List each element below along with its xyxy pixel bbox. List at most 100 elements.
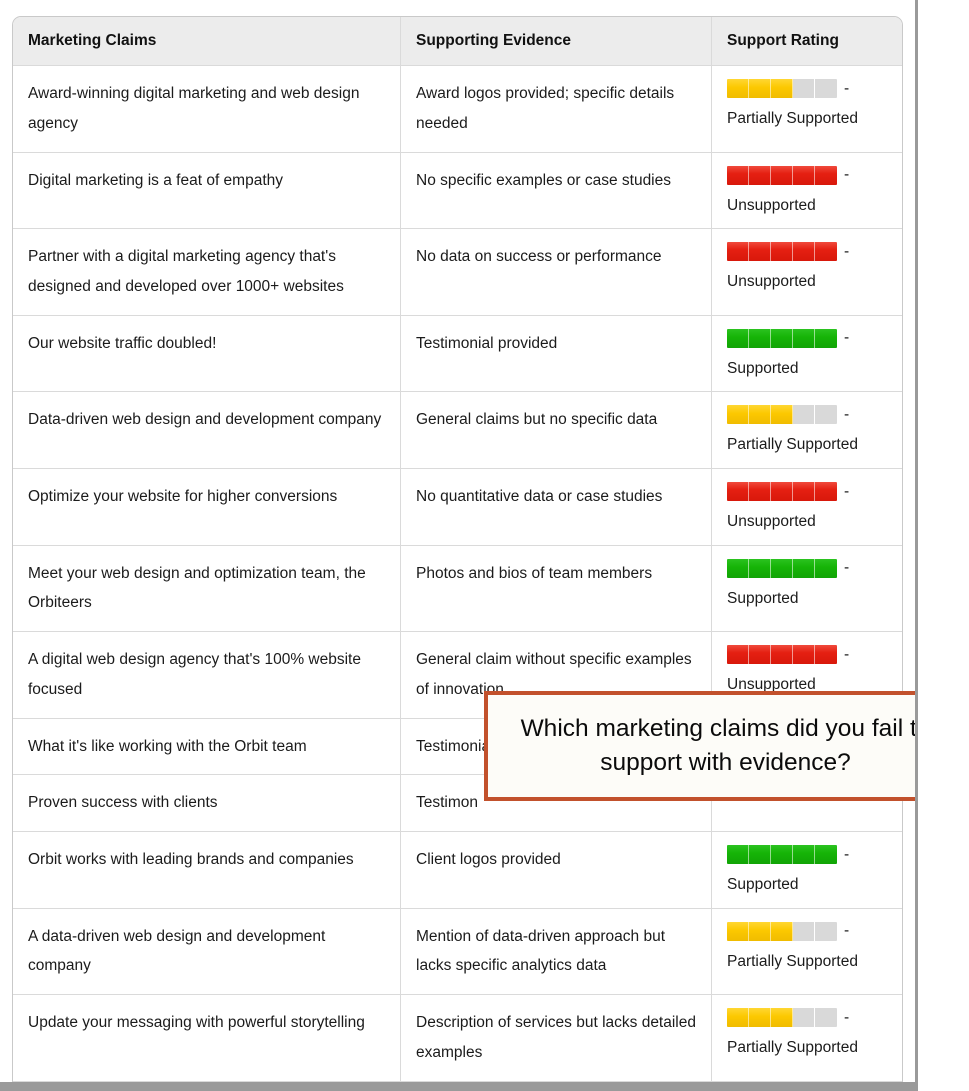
rating-segment: [771, 845, 793, 865]
rating-segment: [771, 242, 793, 262]
rating-widget: -: [727, 405, 888, 425]
rating-widget: -: [727, 558, 888, 578]
rating-segment: [771, 328, 793, 348]
cell-marketing-claim: Award-winning digital marketing and web …: [13, 66, 401, 153]
cell-support-rating: - Unsupported: [712, 153, 902, 230]
table-row: Orbit works with leading brands and comp…: [13, 832, 902, 909]
cell-supporting-evidence: General claims but no specific data: [401, 392, 712, 469]
rating-bar: [727, 558, 837, 578]
rating-segment: [771, 558, 793, 578]
document-area: Marketing Claims Supporting Evidence Sup…: [0, 0, 915, 1082]
cell-support-rating: - Unsupported: [712, 469, 902, 546]
rating-segment: [815, 79, 837, 99]
marketing-claims-table: Marketing Claims Supporting Evidence Sup…: [12, 16, 903, 1082]
question-callout: Which marketing claims did you fail to s…: [484, 691, 915, 801]
cell-marketing-claim: A data-driven web design and development…: [13, 908, 401, 996]
table-row: Our website traffic doubled! Testimonial …: [13, 315, 902, 393]
rating-bar: [727, 79, 837, 99]
rating-widget: -: [727, 79, 888, 99]
cell-supporting-evidence: Description of services but lacks detail…: [401, 995, 712, 1082]
rating-label: Unsupported: [727, 196, 816, 214]
rating-segment: [815, 328, 837, 348]
cell-marketing-claim: Proven success with clients: [13, 775, 401, 833]
rating-segment: [793, 558, 815, 578]
rating-segment: [771, 165, 793, 185]
page-root: Marketing Claims Supporting Evidence Sup…: [0, 0, 969, 1091]
column-header-supporting-evidence: Supporting Evidence: [401, 17, 712, 67]
rating-segment: [771, 645, 793, 665]
rating-label: Partially Supported: [727, 110, 858, 128]
rating-label: Partially Supported: [727, 952, 858, 970]
question-callout-text: Which marketing claims did you fail to s…: [520, 715, 915, 776]
table-header-row: Marketing Claims Supporting Evidence Sup…: [13, 17, 902, 67]
rating-segment: [771, 921, 793, 941]
cell-support-rating: - Partially Supported: [712, 909, 902, 996]
cell-support-rating: - Supported: [712, 546, 902, 633]
rating-segment: [727, 1008, 749, 1028]
rating-segment: [727, 558, 749, 578]
viewport-right-edge: [915, 0, 918, 1085]
table-row: Partner with a digital marketing agency …: [13, 229, 902, 316]
cell-supporting-evidence: Testimonial provided: [401, 315, 712, 393]
rating-segment: [815, 1008, 837, 1028]
table-row: A data-driven web design and development…: [13, 908, 902, 996]
table-row: Data-driven web design and development c…: [13, 392, 902, 469]
cell-support-rating: - Unsupported: [712, 229, 902, 316]
cell-support-rating: - Partially Supported: [712, 995, 902, 1082]
cell-marketing-claim: What it's like working with the Orbit te…: [13, 718, 401, 776]
table-header: Marketing Claims Supporting Evidence Sup…: [13, 17, 902, 67]
rating-bar: [727, 1008, 837, 1028]
table-row: Digital marketing is a feat of empathy No…: [13, 152, 902, 230]
cell-marketing-claim: Partner with a digital marketing agency …: [13, 229, 401, 316]
cell-support-rating: - Supported: [712, 832, 902, 909]
rating-segment: [749, 845, 771, 865]
rating-segment: [727, 165, 749, 185]
rating-dash: -: [844, 559, 850, 577]
rating-widget: -: [727, 165, 888, 185]
table-row: Optimize your website for higher convers…: [13, 468, 902, 546]
rating-segment: [771, 79, 793, 99]
cell-support-rating: - Partially Supported: [712, 66, 902, 153]
rating-dash: -: [844, 242, 850, 260]
rating-segment: [793, 165, 815, 185]
table-row: Meet your web design and optimization te…: [13, 545, 902, 633]
rating-dash: -: [844, 329, 850, 347]
rating-segment: [727, 242, 749, 262]
cell-support-rating: - Partially Supported: [712, 392, 902, 469]
rating-label: Unsupported: [727, 273, 816, 291]
rating-segment: [815, 645, 837, 665]
rating-segment: [793, 405, 815, 425]
rating-segment: [749, 405, 771, 425]
table-body: Award-winning digital marketing and web …: [13, 66, 902, 1082]
rating-bar: [727, 481, 837, 501]
cell-supporting-evidence: No data on success or performance: [401, 229, 712, 316]
rating-label: Unsupported: [727, 512, 816, 530]
rating-segment: [727, 405, 749, 425]
cell-marketing-claim: Data-driven web design and development c…: [13, 392, 401, 469]
rating-widget: -: [727, 845, 888, 865]
rating-segment: [793, 845, 815, 865]
rating-segment: [815, 558, 837, 578]
rating-segment: [793, 79, 815, 99]
table-row: Update your messaging with powerful stor…: [13, 995, 902, 1082]
rating-segment: [749, 242, 771, 262]
rating-segment: [749, 165, 771, 185]
rating-segment: [749, 1008, 771, 1028]
cell-supporting-evidence: Award logos provided; specific details n…: [401, 66, 712, 153]
rating-bar: [727, 845, 837, 865]
rating-widget: -: [727, 328, 888, 348]
rating-segment: [749, 645, 771, 665]
rating-widget: -: [727, 481, 888, 501]
cell-supporting-evidence: Mention of data-driven approach but lack…: [401, 908, 712, 996]
rating-bar: [727, 328, 837, 348]
rating-segment: [815, 242, 837, 262]
rating-label: Supported: [727, 589, 799, 607]
cell-marketing-claim: Orbit works with leading brands and comp…: [13, 832, 401, 909]
rating-segment: [749, 328, 771, 348]
cell-supporting-evidence: No quantitative data or case studies: [401, 468, 712, 546]
rating-segment: [727, 79, 749, 99]
rating-bar: [727, 165, 837, 185]
rating-segment: [771, 1008, 793, 1028]
rating-dash: -: [844, 166, 850, 184]
rating-segment: [793, 921, 815, 941]
